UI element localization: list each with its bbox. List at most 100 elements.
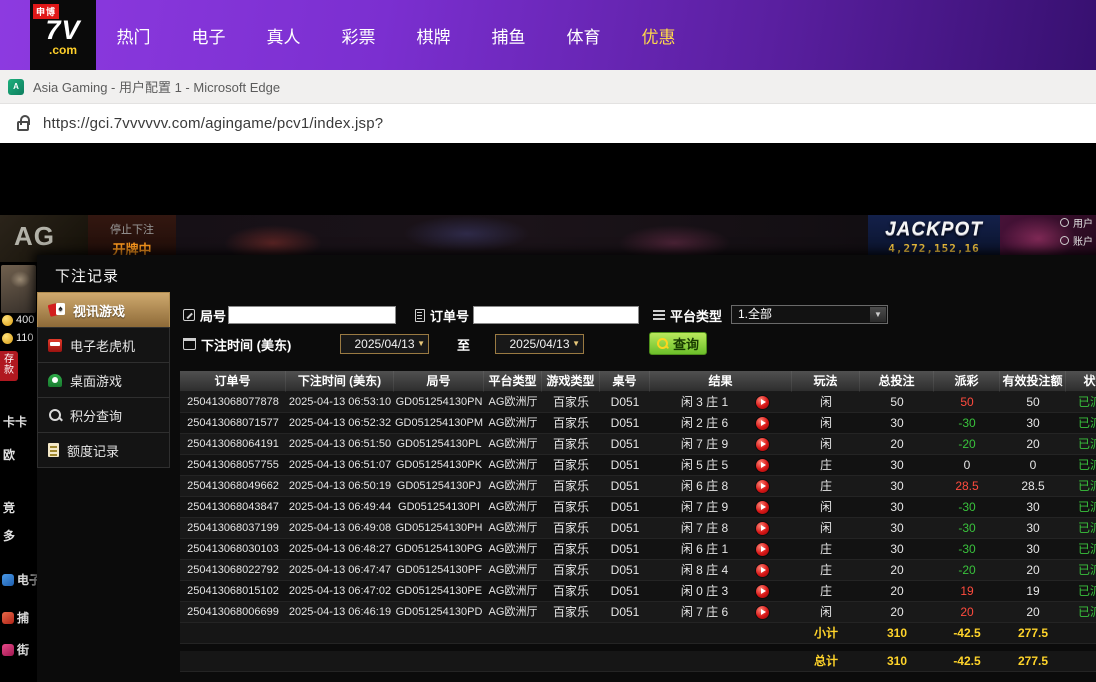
rail-shortcut[interactable]: 捕 xyxy=(2,609,29,626)
table-cell: -20 xyxy=(958,563,976,577)
replay-button[interactable] xyxy=(755,395,769,409)
table-cell: GD051254130PJ xyxy=(396,480,482,492)
table-cell: -30 xyxy=(958,521,976,535)
play-icon xyxy=(760,588,766,594)
table-cell: 250413068006699 xyxy=(187,606,279,618)
browser-addressbar[interactable]: https://gci.7vvvvvv.com/agingame/pcv1/in… xyxy=(0,104,1096,143)
rail-shortcut[interactable]: 竞 xyxy=(3,499,15,516)
jackpot-digits: 4,272,152,16 xyxy=(888,242,980,255)
table-cell: 2025-04-13 06:49:08 xyxy=(288,522,392,534)
table-cell: 50 xyxy=(1026,395,1040,409)
round-input[interactable] xyxy=(228,306,396,324)
table-cell: 百家乐 xyxy=(552,500,589,514)
sidebar-item-points-query[interactable]: 积分查询 xyxy=(37,397,170,433)
table-cell: AG欧洲厅 xyxy=(488,543,538,555)
table-cell: 庄 xyxy=(819,458,832,472)
replay-button[interactable] xyxy=(755,584,769,598)
date-to-select[interactable]: 2025/04/13 ▼ xyxy=(495,334,584,354)
table-row: 250413068006699 2025-04-13 06:46:19 GD0512… xyxy=(180,602,1096,623)
result-cell: 闲 6 庄 1 xyxy=(650,539,792,559)
table-cell: 250413068049662 xyxy=(187,480,279,492)
table-row: 250413068071577 2025-04-13 06:52:32 GD0512… xyxy=(180,413,1096,434)
magnifier-icon xyxy=(48,408,62,422)
table-cell: 250413068071577 xyxy=(187,417,279,429)
nav-item-promos[interactable]: 优惠 xyxy=(621,23,696,48)
user-menu-user[interactable]: 用户 xyxy=(1060,215,1093,230)
replay-button[interactable] xyxy=(755,458,769,472)
table-cell: 20 xyxy=(960,605,974,619)
sidebar-item-live-games[interactable]: 视讯游戏 xyxy=(37,292,170,328)
nav-item-live[interactable]: 真人 xyxy=(246,23,321,48)
rail-shortcut[interactable]: 欧 xyxy=(3,446,15,463)
window-title: Asia Gaming - 用户配置 1 - Microsoft Edge xyxy=(33,80,281,95)
table-cell: 百家乐 xyxy=(552,458,589,472)
replay-button[interactable] xyxy=(755,563,769,577)
table-row: 250413068077878 2025-04-13 06:53:10 GD0512… xyxy=(180,392,1096,413)
logo-tld: .com xyxy=(48,43,77,57)
rail-shortcut[interactable]: 卡卡 xyxy=(3,413,27,430)
rail-shortcut[interactable]: 电子 xyxy=(2,571,41,588)
nav-item-slots[interactable]: 电子 xyxy=(171,23,246,48)
table-cell: 250413068057755 xyxy=(187,459,279,471)
table-row: 250413068043847 2025-04-13 06:49:44 GD0512… xyxy=(180,497,1096,518)
user-menu-account[interactable]: 账户 xyxy=(1060,233,1093,248)
user-menu: 用户 账户 xyxy=(1060,215,1093,262)
result-cell: 闲 8 庄 4 xyxy=(650,560,792,580)
nav-item-hot[interactable]: 热门 xyxy=(96,23,171,48)
column-header: 平台类型 xyxy=(484,370,542,392)
sidebar-item-slot-machines[interactable]: 电子老虎机 xyxy=(37,327,170,363)
nav-item-fishing[interactable]: 捕鱼 xyxy=(471,23,546,48)
table-cell: 30 xyxy=(890,458,904,472)
table-cell: 20 xyxy=(1026,437,1040,451)
table-game-icon xyxy=(48,373,62,387)
table-cell: AG欧洲厅 xyxy=(488,564,538,576)
table-cell: 百家乐 xyxy=(552,437,589,451)
search-button[interactable]: 查询 xyxy=(649,332,707,355)
platform-select-value: 1.全部 xyxy=(738,307,773,321)
table-cell: 已派彩 xyxy=(1077,605,1096,619)
table-row: 250413068057755 2025-04-13 06:51:07 GD0512… xyxy=(180,455,1096,476)
coin-icon xyxy=(2,332,13,344)
table-cell: 闲 xyxy=(819,395,832,409)
replay-button[interactable] xyxy=(755,416,769,430)
url-text[interactable]: https://gci.7vvvvvv.com/agingame/pcv1/in… xyxy=(43,115,383,132)
table-row: 250413068030103 2025-04-13 06:48:27 GD0512… xyxy=(180,539,1096,560)
grand-total-label: 总计 xyxy=(813,654,838,668)
table-row: 250413068049662 2025-04-13 06:50:19 GD0512… xyxy=(180,476,1096,497)
records-table: 订单号下注时间 (美东)局号平台类型游戏类型桌号结果玩法总投注派彩有效投注额状态… xyxy=(180,370,1096,672)
table-cell: AG欧洲厅 xyxy=(488,606,538,618)
site-logo[interactable]: 申博 7V .com xyxy=(30,0,96,70)
nav-item-sports[interactable]: 体育 xyxy=(546,23,621,48)
table-cell: -30 xyxy=(958,500,976,514)
balance-sub-value: 110 xyxy=(16,332,34,344)
nav-item-cards[interactable]: 棋牌 xyxy=(396,23,471,48)
logo-name: 7V xyxy=(45,15,81,45)
logo-badge: 申博 xyxy=(33,4,60,19)
table-cell: 百家乐 xyxy=(552,605,589,619)
replay-button[interactable] xyxy=(755,542,769,556)
deposit-button[interactable]: 存款 xyxy=(0,351,18,381)
table-cell: D051 xyxy=(610,395,640,409)
replay-button[interactable] xyxy=(755,500,769,514)
sidebar-item-credit-records[interactable]: 额度记录 xyxy=(37,432,170,468)
date-from-select[interactable]: 2025/04/13 ▼ xyxy=(340,334,429,354)
order-input[interactable] xyxy=(473,306,639,324)
table-cell: AG欧洲厅 xyxy=(488,501,538,513)
sidebar-item-table-games[interactable]: 桌面游戏 xyxy=(37,362,170,398)
table-cell: GD051254130PD xyxy=(395,606,483,618)
table-cell: GD051254130PF xyxy=(396,564,482,576)
coin-icon xyxy=(2,314,13,326)
table-cell: 30 xyxy=(890,542,904,556)
table-cell: 250413068030103 xyxy=(187,543,279,555)
rail-shortcut[interactable]: 街 xyxy=(2,641,29,658)
replay-button[interactable] xyxy=(755,479,769,493)
table-cell: 20 xyxy=(1026,563,1040,577)
replay-button[interactable] xyxy=(755,437,769,451)
nav-item-lottery[interactable]: 彩票 xyxy=(321,23,396,48)
replay-button[interactable] xyxy=(755,521,769,535)
play-icon xyxy=(760,483,766,489)
table-cell: 百家乐 xyxy=(552,584,589,598)
replay-button[interactable] xyxy=(755,605,769,619)
rail-shortcut[interactable]: 多 xyxy=(3,527,15,544)
platform-select[interactable]: 1.全部 ▼ xyxy=(731,305,888,324)
